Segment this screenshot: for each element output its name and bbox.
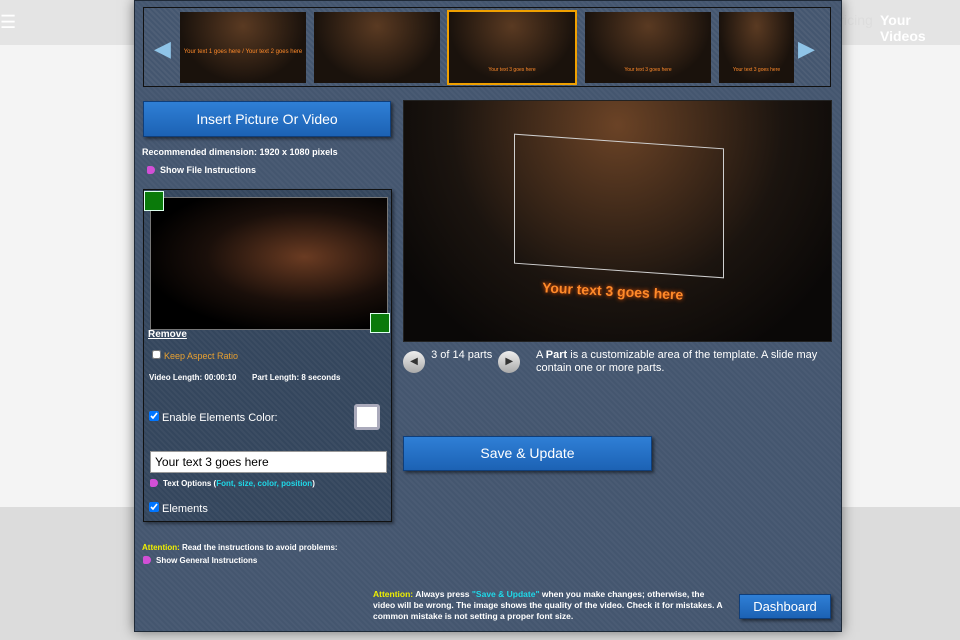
menu-icon[interactable]: ☰ <box>0 12 16 33</box>
text-input[interactable] <box>150 451 387 473</box>
video-length: Video Length: 00:00:10 <box>149 373 237 382</box>
text-options-link[interactable]: Text Options (Font, size, color, positio… <box>150 479 315 488</box>
enable-color-checkbox[interactable]: Enable Elements Color: <box>149 411 278 424</box>
video-preview: Your text 3 goes here <box>403 100 832 342</box>
save-update-button[interactable]: Save & Update <box>403 436 652 471</box>
part-length: Part Length: 8 seconds <box>252 373 341 382</box>
insert-picture-button[interactable]: Insert Picture Or Video <box>143 101 391 137</box>
elements-checkbox[interactable]: Elements <box>149 502 208 515</box>
bullet-icon <box>147 166 155 174</box>
preview-frame <box>514 133 724 279</box>
attention-general: Attention: Read the instructions to avoi… <box>142 543 338 552</box>
next-slides-arrow-icon[interactable]: ▶ <box>798 36 815 62</box>
recommended-dimension: Recommended dimension: 1920 x 1080 pixel… <box>142 147 338 157</box>
keep-aspect-checkbox[interactable]: Keep Aspect Ratio <box>152 350 238 361</box>
bullet-icon <box>150 479 158 487</box>
show-file-instructions-link[interactable]: Show File Instructions <box>147 165 256 175</box>
crop-handle-bottom-right[interactable] <box>370 313 390 333</box>
link-label: Show File Instructions <box>160 165 257 175</box>
slide-thumb-selected[interactable]: Your text 3 goes here <box>447 10 577 85</box>
part-description: A Part is a customizable area of the tem… <box>536 349 818 374</box>
part-panel: Remove Keep Aspect Ratio Video Length: 0… <box>143 189 392 522</box>
part-nav: ◀ 3 of 14 parts ▶ <box>403 349 521 373</box>
slide-thumb[interactable]: Your text 1 goes here / Your text 2 goes… <box>180 12 306 83</box>
dashboard-button[interactable]: Dashboard <box>739 594 831 619</box>
prev-slides-arrow-icon[interactable]: ◀ <box>154 36 171 62</box>
nav-your-videos[interactable]: Your Videos <box>880 12 960 44</box>
editor-modal: ◀ Your text 1 goes here / Your text 2 go… <box>134 0 842 632</box>
preview-text: Your text 3 goes here <box>541 279 684 303</box>
bullet-icon <box>143 556 151 564</box>
slide-thumb[interactable] <box>314 12 440 83</box>
bottom-attention: Attention: Always press "Save & Update" … <box>373 589 723 621</box>
remove-link[interactable]: Remove <box>148 329 187 340</box>
color-picker-swatch[interactable] <box>354 404 380 430</box>
slide-thumb[interactable]: Your text 3 goes here <box>585 12 711 83</box>
next-part-button[interactable]: ▶ <box>498 351 521 373</box>
media-image <box>150 197 388 330</box>
prev-part-button[interactable]: ◀ <box>403 351 425 373</box>
show-general-instructions-link[interactable]: Show General Instructions <box>143 556 257 565</box>
crop-handle-top-left[interactable] <box>144 191 164 211</box>
slide-thumb[interactable]: Your text 3 goes here <box>719 12 794 83</box>
part-counter: 3 of 14 parts <box>431 349 493 361</box>
slide-strip: ◀ Your text 1 goes here / Your text 2 go… <box>143 7 831 87</box>
